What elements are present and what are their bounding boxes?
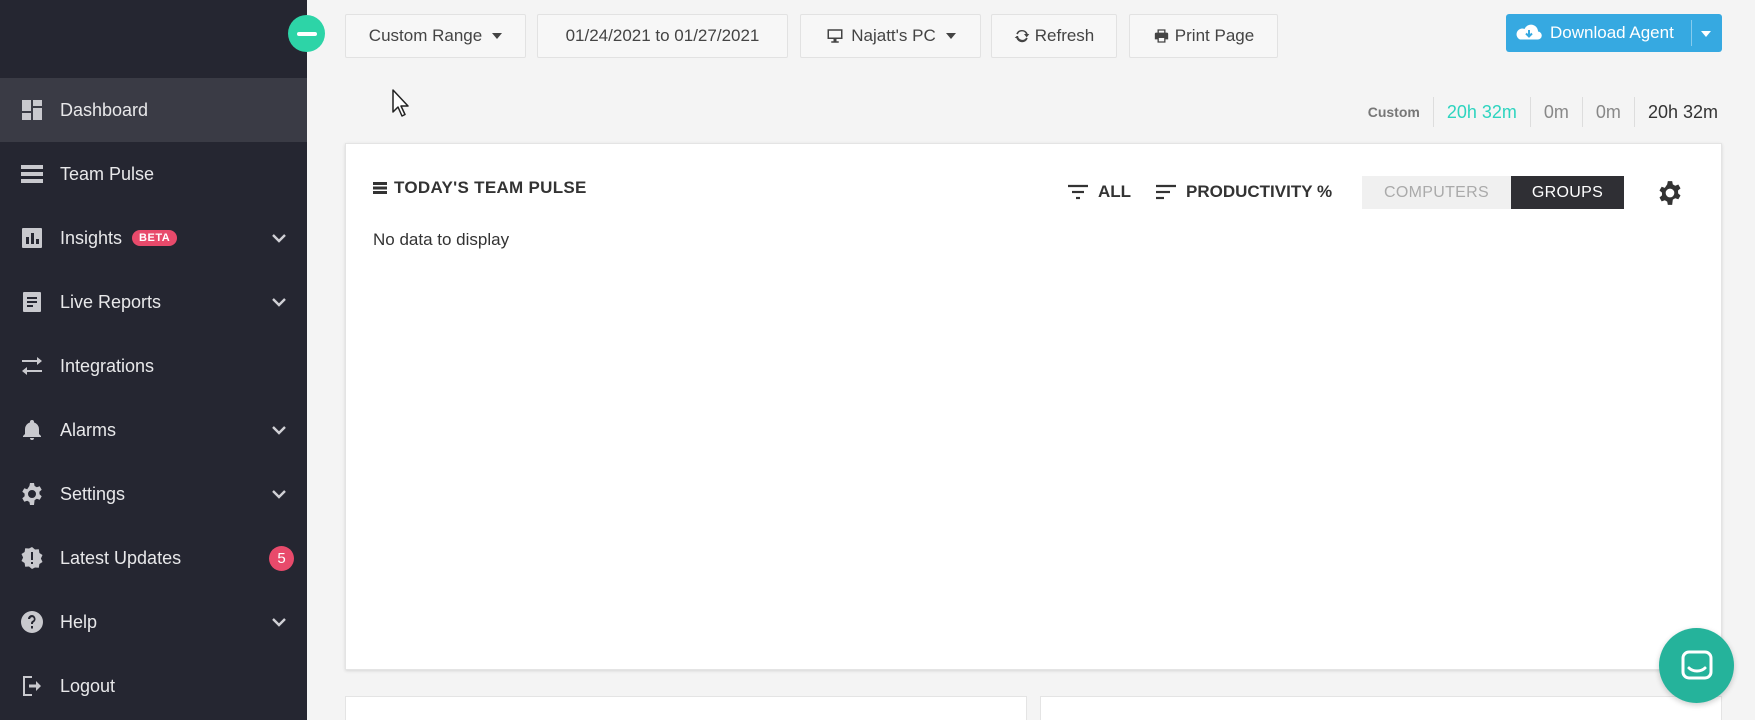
chevron-down-icon[interactable] [269, 484, 289, 504]
filter-icon [1068, 184, 1088, 200]
sidebar-item-label: Dashboard [60, 99, 149, 120]
undefined-time: 0m [1581, 97, 1634, 127]
caret-down-icon [945, 33, 956, 39]
time-summary-label: Custom [1367, 104, 1420, 120]
sidebar-item-integrations[interactable]: Integrations [0, 334, 307, 398]
sidebar-item-settings[interactable]: Settings [0, 462, 307, 526]
caret-down-icon[interactable] [1701, 31, 1711, 37]
unproductive-time: 0m [1529, 97, 1582, 127]
chevron-down-icon[interactable] [269, 228, 289, 248]
chat-launcher-button[interactable] [1659, 628, 1734, 703]
sort-productivity-button[interactable]: PRODUCTIVITY % [1154, 182, 1332, 202]
team-pulse-panel: TODAY'S TEAM PULSE ALL PRODUCTIVITY % CO… [345, 143, 1722, 670]
print-page-button[interactable]: Print Page [1129, 14, 1278, 58]
gear-icon [20, 482, 44, 506]
range-dropdown-label: Custom Range [368, 26, 483, 45]
swap-arrows-icon [20, 354, 44, 378]
computer-dropdown-label: Najatt's PC [851, 26, 936, 45]
beta-badge: BETA [132, 230, 178, 246]
view-toggle: COMPUTERS GROUPS [1362, 176, 1624, 209]
alert-badge-icon [20, 546, 44, 570]
sidebar-item-logout[interactable]: Logout [0, 654, 307, 718]
sidebar-item-label: Live Reports [60, 291, 162, 312]
sidebar-item-latest-updates[interactable]: Latest Updates 5 [0, 526, 307, 590]
team-pulse-icon [20, 162, 44, 186]
sidebar-item-label: Integrations [60, 355, 155, 376]
sidebar-item-help[interactable]: Help [0, 590, 307, 654]
sidebar: Dashboard Team Pulse Insights BETA Live … [0, 0, 307, 720]
chat-icon [1681, 650, 1712, 679]
minus-icon [296, 31, 317, 36]
updates-count-badge: 5 [269, 546, 294, 571]
time-summary: Custom 20h 32m 0m 0m 20h 32m [1355, 95, 1731, 129]
productive-time: 20h 32m [1432, 97, 1530, 127]
gear-icon [1659, 181, 1681, 205]
toggle-groups[interactable]: GROUPS [1511, 176, 1624, 209]
toggle-computers[interactable]: COMPUTERS [1362, 176, 1511, 209]
sidebar-item-label: Logout [60, 675, 116, 696]
refresh-label: Refresh [1034, 26, 1095, 45]
date-range-text: 01/24/2021 to 01/27/2021 [565, 26, 760, 45]
sidebar-item-label: Team Pulse [60, 163, 155, 184]
empty-state-message: No data to display [373, 230, 510, 249]
total-time: 20h 32m [1633, 97, 1731, 127]
bar-chart-icon [20, 226, 44, 250]
sidebar-item-dashboard[interactable]: Dashboard [0, 78, 307, 142]
chevron-down-icon[interactable] [269, 420, 289, 440]
sidebar-item-alarms[interactable]: Alarms [0, 398, 307, 462]
logout-icon [20, 674, 44, 698]
filter-all-button[interactable]: ALL [1066, 182, 1131, 202]
sidebar-collapse-button[interactable] [288, 15, 325, 52]
list-icon [373, 182, 387, 194]
sidebar-item-label: Insights [60, 227, 123, 248]
cloud-download-icon [1516, 24, 1542, 40]
dashboard-icon [20, 98, 44, 122]
divider [1691, 20, 1692, 46]
lower-panel-left [345, 696, 1027, 720]
sidebar-logo-area [0, 0, 307, 78]
download-agent-button[interactable]: Download Agent [1506, 14, 1722, 52]
sidebar-item-team-pulse[interactable]: Team Pulse [0, 142, 307, 206]
refresh-icon [1014, 29, 1030, 43]
caret-down-icon [492, 33, 503, 39]
mouse-cursor-icon [392, 89, 409, 117]
printer-icon [1154, 29, 1168, 43]
computer-dropdown[interactable]: Najatt's PC [800, 14, 981, 58]
report-icon [20, 290, 44, 314]
sidebar-item-live-reports[interactable]: Live Reports [0, 270, 307, 334]
download-agent-label: Download Agent [1550, 23, 1674, 42]
date-range-picker[interactable]: 01/24/2021 to 01/27/2021 [537, 14, 788, 58]
bell-icon [20, 418, 44, 442]
sort-icon [1156, 184, 1176, 200]
chevron-down-icon[interactable] [269, 612, 289, 632]
sidebar-item-label: Alarms [60, 419, 117, 440]
question-circle-icon [20, 610, 44, 634]
sort-productivity-label: PRODUCTIVITY % [1186, 182, 1333, 201]
panel-title-text: TODAY'S TEAM PULSE [394, 178, 587, 197]
panel-title: TODAY'S TEAM PULSE [373, 178, 587, 198]
refresh-button[interactable]: Refresh [991, 14, 1117, 58]
sidebar-item-insights[interactable]: Insights BETA [0, 206, 307, 270]
print-page-label: Print Page [1174, 26, 1255, 45]
sidebar-item-label: Latest Updates [60, 547, 182, 568]
monitor-icon [827, 29, 843, 43]
sidebar-item-label: Help [60, 611, 98, 632]
lower-panel-right [1040, 696, 1722, 720]
chevron-down-icon[interactable] [269, 292, 289, 312]
filter-all-label: ALL [1098, 182, 1132, 201]
range-dropdown[interactable]: Custom Range [345, 14, 526, 58]
sidebar-item-label: Settings [60, 483, 126, 504]
panel-settings-button[interactable] [1657, 180, 1683, 206]
